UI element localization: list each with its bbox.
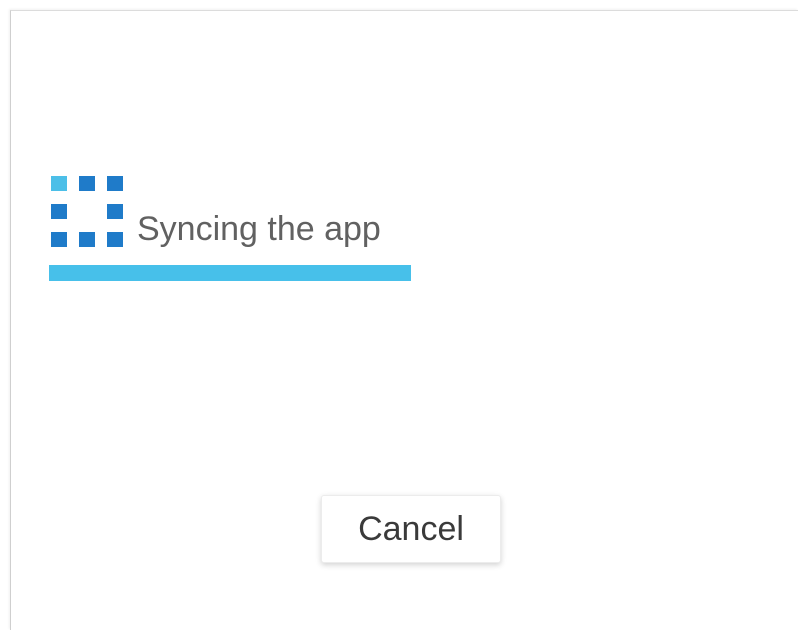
sync-grid-dot bbox=[51, 176, 67, 191]
sync-grid-dot bbox=[79, 232, 95, 247]
sync-grid-dot bbox=[51, 204, 67, 219]
sync-progress-bar bbox=[49, 265, 411, 281]
sync-grid-dot bbox=[51, 232, 67, 247]
cancel-button[interactable]: Cancel bbox=[321, 495, 501, 563]
sync-progress-fill bbox=[49, 265, 411, 281]
sync-dialog: Syncing the app Cancel bbox=[10, 10, 798, 630]
sync-grid-icon bbox=[49, 175, 123, 249]
sync-grid-dot bbox=[79, 176, 95, 191]
sync-status-text: Syncing the app bbox=[137, 210, 381, 248]
sync-grid-dot bbox=[107, 204, 123, 219]
sync-grid-dot bbox=[107, 232, 123, 247]
sync-grid-dot bbox=[107, 176, 123, 191]
